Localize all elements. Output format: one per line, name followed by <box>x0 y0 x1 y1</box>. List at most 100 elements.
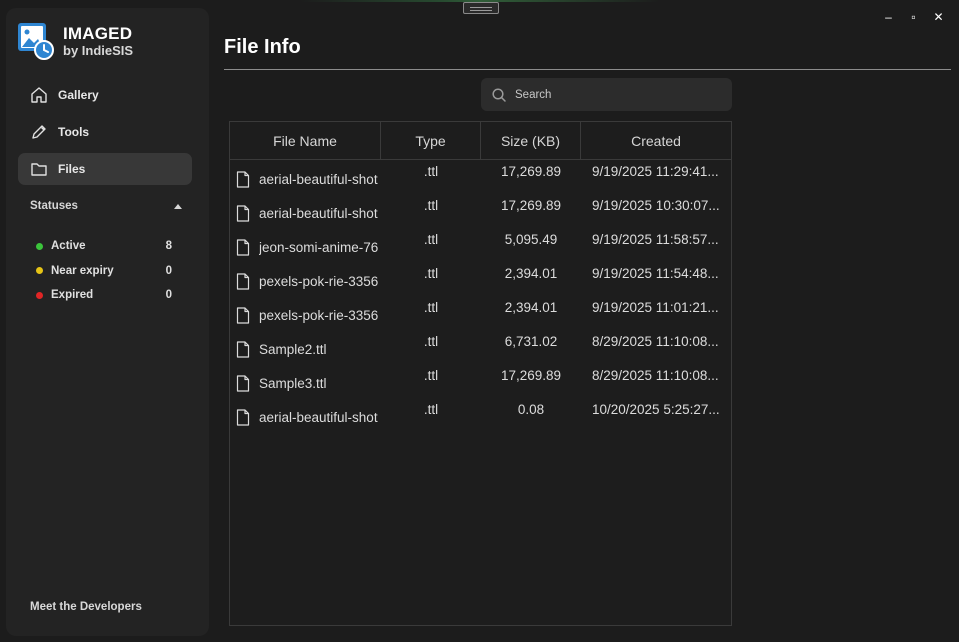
drag-handle[interactable] <box>463 2 499 14</box>
folder-icon <box>30 160 48 178</box>
cell-file-name: aerial-beautiful-shot <box>230 398 381 432</box>
cell-created: 9/19/2025 11:54:48... <box>592 266 719 281</box>
pencil-icon <box>30 123 48 141</box>
status-label: Near expiry <box>51 264 114 277</box>
column-header-created[interactable]: Created <box>581 122 731 159</box>
table-row[interactable]: pexels-pok-rie-3356 .ttl 2,394.01 9/19/2… <box>230 296 731 330</box>
brand-subtitle: by IndieSIS <box>63 42 134 58</box>
file-icon <box>236 170 250 188</box>
sidebar-item-tools[interactable]: Tools <box>18 116 192 148</box>
table-row[interactable]: aerial-beautiful-shot .ttl 17,269.89 9/1… <box>230 194 731 228</box>
cell-created: 9/19/2025 11:58:57... <box>592 232 719 247</box>
cell-created: 9/19/2025 11:01:21... <box>592 300 719 315</box>
image-clock-icon <box>17 21 55 61</box>
file-name-text: pexels-pok-rie-3356 <box>259 273 379 289</box>
cell-size: 17,269.89 <box>500 164 562 179</box>
file-icon <box>236 272 250 290</box>
brand: IMAGED by IndieSIS <box>17 21 133 61</box>
column-header-type[interactable]: Type <box>381 122 481 159</box>
file-icon <box>236 204 250 222</box>
status-count: 0 <box>165 289 172 302</box>
file-name-text: aerial-beautiful-shot <box>259 205 378 221</box>
table-row[interactable]: pexels-pok-rie-3356 .ttl 2,394.01 9/19/2… <box>230 262 731 296</box>
column-header-size[interactable]: Size (KB) <box>481 122 581 159</box>
cell-size: 2,394.01 <box>504 266 558 281</box>
yellow-dot-icon <box>36 267 43 275</box>
statuses-title: Statuses <box>30 200 78 212</box>
table-row[interactable]: aerial-beautiful-shot .ttl 17,269.89 9/1… <box>230 160 731 194</box>
status-count: 0 <box>165 264 172 277</box>
status-label: Active <box>51 240 86 253</box>
green-dot-icon <box>36 242 43 250</box>
brand-text: IMAGED by IndieSIS <box>63 24 133 59</box>
cell-size: 0.08 <box>517 402 545 417</box>
title-divider <box>224 69 951 70</box>
maximize-button[interactable]: ▫ <box>901 8 926 26</box>
cell-file-name: Sample3.ttl <box>230 364 381 398</box>
brand-title: IMAGED <box>63 23 133 43</box>
cell-type: .ttl <box>423 198 439 213</box>
cell-created: 8/29/2025 11:10:08... <box>592 334 719 349</box>
sidebar: IMAGED by IndieSIS Gallery Tools Files S… <box>6 8 209 636</box>
file-name-text: Sample3.ttl <box>259 375 327 391</box>
cell-size: 2,394.01 <box>504 300 558 315</box>
sidebar-nav: Gallery Tools Files <box>18 79 192 190</box>
table-row[interactable]: Sample2.ttl .ttl 6,731.02 8/29/2025 11:1… <box>230 330 731 364</box>
cell-size: 5,095.49 <box>504 232 558 247</box>
table-header: File Name Type Size (KB) Created <box>230 122 731 160</box>
file-icon <box>236 306 250 324</box>
sidebar-item-label: Gallery <box>58 88 99 102</box>
table-body: aerial-beautiful-shot .ttl 17,269.89 9/1… <box>230 160 731 432</box>
minimize-button[interactable]: – <box>876 8 901 26</box>
cell-size: 17,269.89 <box>500 368 562 383</box>
red-dot-icon <box>36 291 43 299</box>
file-name-text: jeon-somi-anime-76 <box>259 239 379 255</box>
home-icon <box>30 86 48 104</box>
table-row[interactable]: jeon-somi-anime-76 .ttl 5,095.49 9/19/20… <box>230 228 731 262</box>
file-name-text: aerial-beautiful-shot <box>259 171 378 187</box>
cell-file-name: jeon-somi-anime-76 <box>230 228 381 262</box>
window-controls: – ▫ ✕ <box>876 8 951 26</box>
status-near-expiry: Near expiry 0 <box>36 259 172 284</box>
status-label: Expired <box>51 289 94 302</box>
file-name-text: Sample2.ttl <box>259 341 327 357</box>
sidebar-item-files[interactable]: Files <box>18 153 192 185</box>
sidebar-item-label: Files <box>58 162 86 176</box>
status-expired: Expired 0 <box>36 283 172 308</box>
table-row[interactable]: Sample3.ttl .ttl 17,269.89 8/29/2025 11:… <box>230 364 731 398</box>
cell-file-name: Sample2.ttl <box>230 330 381 364</box>
search-box[interactable] <box>481 78 732 111</box>
column-header-file-name[interactable]: File Name <box>230 122 381 159</box>
file-table: File Name Type Size (KB) Created aerial-… <box>229 121 732 626</box>
cell-file-name: pexels-pok-rie-3356 <box>230 296 381 330</box>
cell-type: .ttl <box>423 334 439 349</box>
file-icon <box>236 238 250 256</box>
status-count: 8 <box>165 240 172 253</box>
cell-file-name: aerial-beautiful-shot <box>230 160 381 194</box>
cell-created: 8/29/2025 11:10:08... <box>592 368 719 383</box>
page-title: File Info <box>224 36 301 58</box>
app-window: – ▫ ✕ IMAGED by IndieSIS Gallery Tools F… <box>0 0 959 642</box>
meet-developers-link[interactable]: Meet the Developers <box>30 601 142 613</box>
status-active: Active 8 <box>36 234 172 259</box>
sidebar-item-label: Tools <box>58 125 90 139</box>
cell-created: 10/20/2025 5:25:27... <box>592 402 720 417</box>
cell-file-name: pexels-pok-rie-3356 <box>230 262 381 296</box>
cell-type: .ttl <box>423 266 439 281</box>
cell-size: 17,269.89 <box>500 198 562 213</box>
close-button[interactable]: ✕ <box>926 8 951 26</box>
cell-size: 6,731.02 <box>504 334 558 349</box>
file-name-text: pexels-pok-rie-3356 <box>259 307 379 323</box>
cell-file-name: aerial-beautiful-shot <box>230 194 381 228</box>
status-list: Active 8 Near expiry 0 Expired 0 <box>36 234 172 308</box>
statuses-toggle[interactable]: Statuses <box>30 200 182 212</box>
table-row[interactable]: aerial-beautiful-shot .ttl 0.08 10/20/20… <box>230 398 731 432</box>
cell-type: .ttl <box>423 232 439 247</box>
file-icon <box>236 374 250 392</box>
cell-created: 9/19/2025 11:29:41... <box>592 164 719 179</box>
cell-created: 9/19/2025 10:30:07... <box>592 198 720 213</box>
search-input[interactable] <box>515 88 715 101</box>
sidebar-item-gallery[interactable]: Gallery <box>18 79 192 111</box>
cell-type: .ttl <box>423 402 439 417</box>
caret-up-icon <box>174 203 182 209</box>
